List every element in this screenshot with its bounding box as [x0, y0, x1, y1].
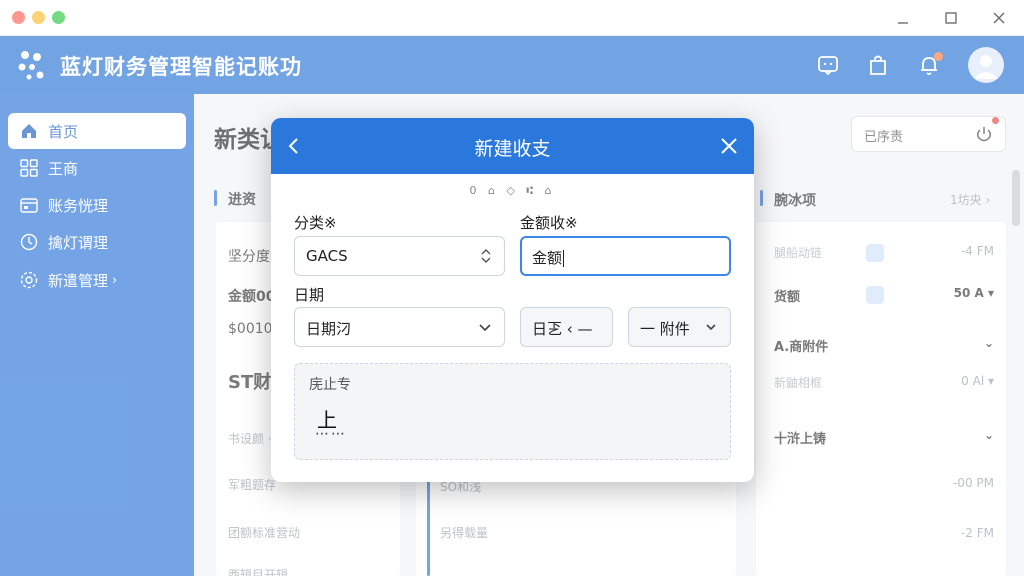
new-entry-dialog: 新建收支 0 ⌂ ◇ ⑆ ⌂ 分类※ GACS 金额收※ 金额 日期 日期汈 日…: [271, 118, 754, 482]
amount-input[interactable]: 金额: [520, 236, 731, 276]
close-icon[interactable]: [719, 136, 739, 156]
category-value: GACS: [306, 247, 348, 265]
text-caret: [563, 250, 565, 267]
dialog-header: 新建收支: [271, 118, 754, 174]
more-dots: ⋯⋯: [315, 426, 347, 442]
notes-label: 庑止专: [309, 377, 351, 393]
amount-value: 金额: [532, 249, 563, 267]
amount-label: 金额收※: [520, 214, 578, 232]
updown-icon: [481, 249, 491, 263]
chevron-down-icon: [479, 324, 491, 332]
step-indicator: 0 ⌂ ◇ ⑆ ⌂: [469, 184, 556, 197]
notes-dropzone[interactable]: 庑止专 上 ⋯⋯: [294, 363, 731, 460]
category-select[interactable]: GACS: [294, 236, 505, 276]
date-value: 日期汈: [306, 320, 352, 338]
date-select[interactable]: 日期汈: [294, 307, 505, 347]
attachment-value: 一 附件: [640, 320, 690, 338]
time-value: 日乤 ‹ —: [532, 320, 593, 338]
chevron-down-icon: [706, 324, 716, 331]
attachment-select[interactable]: 一 附件: [628, 307, 731, 347]
time-stepper[interactable]: 日乤 ‹ —: [520, 307, 613, 347]
dialog-title: 新建收支: [474, 138, 551, 160]
date-label: 日期: [294, 286, 325, 304]
category-label: 分类※: [294, 214, 337, 232]
